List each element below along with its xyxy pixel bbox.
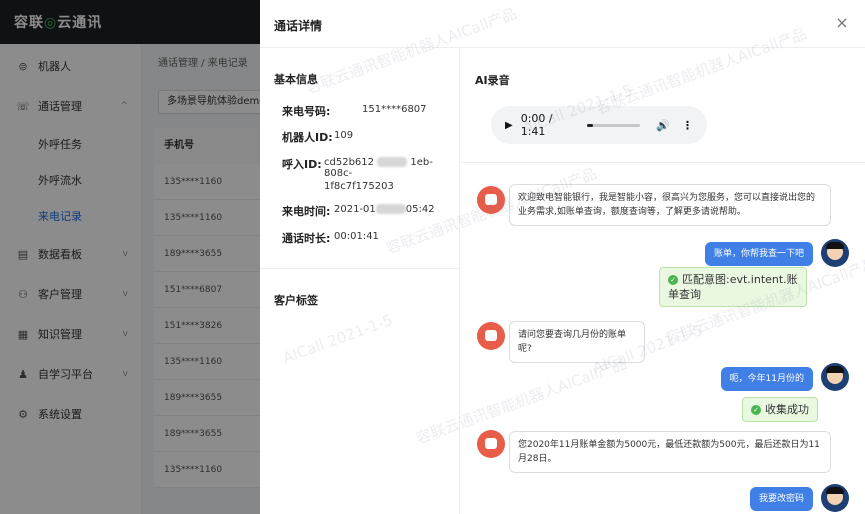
audio-time: 0:00 / 1:41 bbox=[520, 112, 553, 138]
ai-recording-panel: AI录音 ▶ 0:00 / 1:41 🔊 ⋮ 欢迎致电智能银行，我是智能小容，很… bbox=[461, 48, 865, 514]
bot-message: 欢迎致电智能银行，我是智能小容，很高兴为您服务，您可以直接说出您的业务需求,如账… bbox=[509, 184, 831, 226]
check-circle-icon: ✓ bbox=[668, 275, 678, 285]
redaction-blur bbox=[377, 157, 408, 167]
call-detail-drawer: 通话详情 × 基本信息 来电号码: 151****6807 机器人ID: 109… bbox=[260, 0, 865, 514]
duration-label: 通话时长: bbox=[282, 232, 331, 245]
bot-avatar bbox=[477, 322, 505, 350]
call-id-value: cd52b612 1eb-808c- bbox=[324, 157, 433, 179]
bot-message: 请问您要查询几月份的账单呢? bbox=[509, 321, 645, 363]
duration-value: 00:01:41 bbox=[334, 231, 379, 242]
bot-message: 您2020年11月账单金额为5000元，最低还款额为500元，最后还款日为11月… bbox=[509, 431, 831, 473]
user-message: 呃，今年11月份的 bbox=[720, 367, 813, 391]
section-divider bbox=[260, 268, 460, 269]
call-id-value-line2: 1f8c7f175203 bbox=[324, 181, 394, 192]
redaction-blur bbox=[375, 204, 406, 214]
close-icon[interactable]: × bbox=[833, 14, 851, 32]
drawer-title: 通话详情 bbox=[274, 19, 323, 33]
volume-icon[interactable]: 🔊 bbox=[656, 119, 670, 132]
section-divider bbox=[461, 162, 865, 163]
bot-avatar bbox=[477, 186, 505, 214]
check-circle-icon: ✓ bbox=[751, 405, 761, 415]
bot-avatar bbox=[477, 430, 505, 458]
user-avatar bbox=[821, 363, 849, 391]
play-icon[interactable]: ▶ bbox=[505, 120, 513, 131]
robot-id-label: 机器人ID: bbox=[282, 131, 333, 144]
user-avatar bbox=[821, 484, 849, 512]
basic-info-title: 基本信息 bbox=[274, 73, 318, 86]
call-time-value: 2021-01 05:42 bbox=[334, 204, 435, 215]
collect-success-message: ✓ 收集成功 bbox=[742, 397, 818, 422]
call-id-label: 呼入ID: bbox=[282, 158, 322, 171]
user-message: 我要改密码 bbox=[749, 487, 813, 511]
ai-recording-title: AI录音 bbox=[475, 74, 510, 87]
robot-id-value: 109 bbox=[334, 130, 354, 141]
call-time-label: 来电时间: bbox=[282, 205, 331, 218]
audio-progress-track[interactable] bbox=[587, 123, 641, 127]
more-options-icon[interactable]: ⋮ bbox=[682, 119, 693, 132]
caller-number-label: 来电号码: bbox=[282, 105, 331, 118]
user-message: 账单，你帮我查一下吧 bbox=[704, 242, 813, 266]
audio-progress-fill bbox=[587, 123, 593, 127]
drawer-header: 通话详情 × bbox=[260, 0, 865, 48]
intent-match-message: ✓ 匹配意图:evt.intent.账单查询 bbox=[659, 267, 807, 307]
customer-tags-title: 客户标签 bbox=[274, 294, 318, 307]
user-avatar bbox=[821, 239, 849, 267]
audio-player: ▶ 0:00 / 1:41 🔊 ⋮ bbox=[491, 106, 707, 144]
basic-info-panel: 基本信息 来电号码: 151****6807 机器人ID: 109 呼入ID: … bbox=[260, 48, 460, 514]
caller-number-value: 151****6807 bbox=[362, 104, 427, 115]
